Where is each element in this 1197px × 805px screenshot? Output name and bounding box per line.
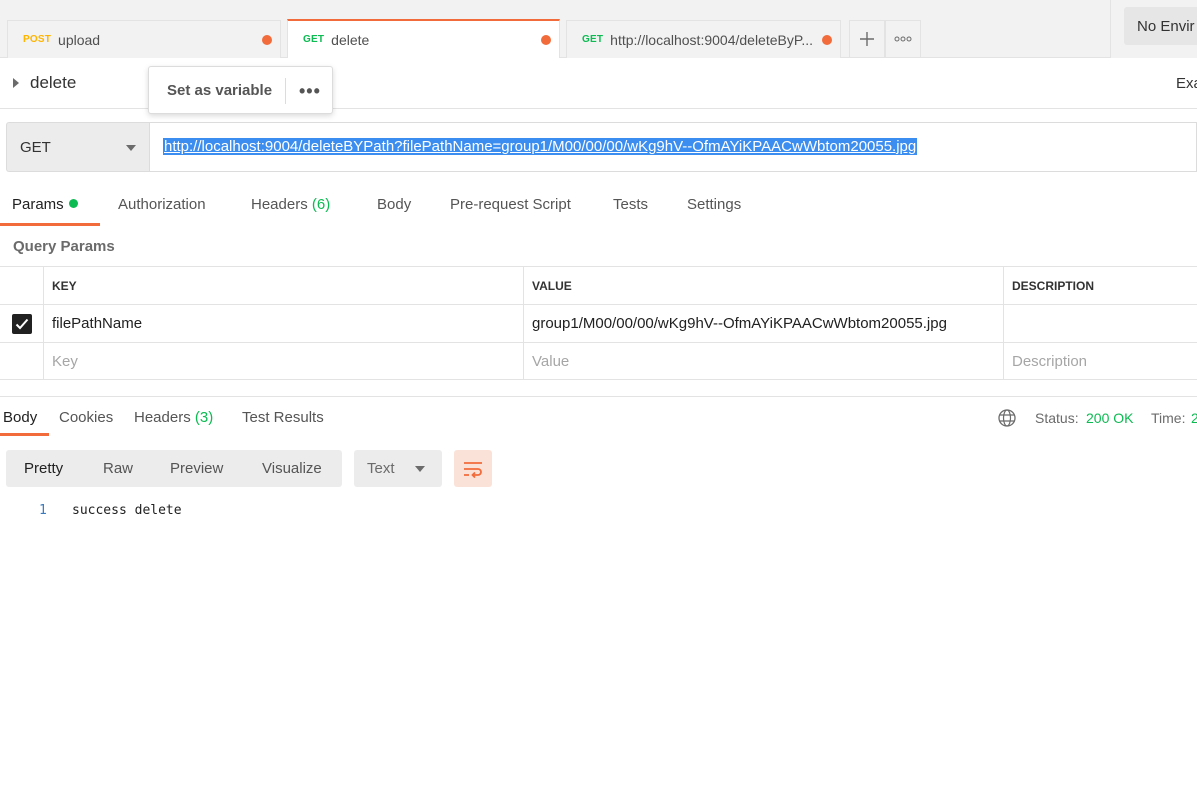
chevron-down-icon <box>126 145 136 151</box>
tab-label: Params <box>12 196 64 213</box>
caret-right-icon[interactable] <box>13 78 19 88</box>
response-divider <box>0 396 1197 397</box>
tab-tests[interactable]: Tests <box>613 196 648 213</box>
more-options-icon[interactable]: ••• <box>299 81 321 102</box>
method-select[interactable]: GET <box>6 122 150 172</box>
tab-label: Headers <box>134 409 191 426</box>
tab-name: http://localhost:9004/deleteByP... <box>610 31 814 48</box>
tab-pre-request-script[interactable]: Pre-request Script <box>450 196 571 213</box>
response-tab-test-results[interactable]: Test Results <box>242 409 324 426</box>
tab-body[interactable]: Body <box>377 196 411 213</box>
unsaved-dot-icon <box>822 35 832 45</box>
response-tab-body[interactable]: Body <box>3 409 37 426</box>
response-code-line: 1 success delete <box>0 503 400 521</box>
environment-select[interactable]: No Envir <box>1124 7 1197 45</box>
request-tabs: Params Authorization Headers (6) Body Pr… <box>0 186 1197 226</box>
tab-name: delete <box>331 31 370 48</box>
param-description[interactable] <box>1004 305 1197 342</box>
status-value[interactable]: 200 OK <box>1086 410 1133 426</box>
response-headers-count: (3) <box>194 409 214 426</box>
table-row: filePathName group1/M00/00/00/wKg9hV--Of… <box>0 304 1197 342</box>
status-label: Status: <box>1035 410 1079 426</box>
unsaved-dot-icon <box>541 35 551 45</box>
view-mode-group: Pretty Raw Preview Visualize <box>6 450 342 487</box>
view-pretty-button[interactable]: Pretty <box>24 460 63 477</box>
popover-divider <box>285 78 286 104</box>
query-params-title: Query Params <box>13 238 115 255</box>
selection-popover: Set as variable ••• <box>148 66 333 114</box>
view-raw-button[interactable]: Raw <box>103 460 133 477</box>
format-label: Text <box>367 460 395 477</box>
tab-options-button[interactable] <box>885 20 921 58</box>
tab-label: Headers <box>251 196 308 213</box>
time-value[interactable]: 2 <box>1191 410 1197 426</box>
new-tab-button[interactable] <box>849 20 885 58</box>
response-tab-underline <box>0 433 49 436</box>
wrap-lines-button[interactable] <box>454 450 492 487</box>
description-input[interactable]: Description <box>1004 343 1197 379</box>
set-as-variable-button[interactable]: Set as variable <box>167 82 272 99</box>
checkmark-icon <box>15 318 28 329</box>
method-label: GET <box>20 139 51 156</box>
examples-link[interactable]: Exa <box>1176 75 1197 92</box>
request-name[interactable]: delete <box>30 73 76 93</box>
globe-icon[interactable] <box>997 408 1017 428</box>
tab-upload[interactable]: POST upload <box>7 20 281 58</box>
tab-method: GET <box>582 34 604 45</box>
unsaved-dot-icon <box>262 35 272 45</box>
headers-count: (6) <box>311 196 331 213</box>
header-description: DESCRIPTION <box>1012 278 1095 293</box>
tab-delete-by-path[interactable]: GET http://localhost:9004/deleteByP... <box>566 20 841 58</box>
header-key: KEY <box>44 267 524 304</box>
tab-name: upload <box>58 31 101 48</box>
table-row-empty: Key Value Description <box>0 342 1197 380</box>
tab-method: GET <box>303 34 325 45</box>
tab-headers[interactable]: Headers (6) <box>251 196 330 213</box>
row-check-cell <box>0 343 44 379</box>
tab-settings[interactable]: Settings <box>687 196 741 213</box>
param-checkbox[interactable] <box>11 313 32 334</box>
table-header: KEY VALUE DESCRIPTION <box>0 266 1197 304</box>
value-input[interactable]: Value <box>524 343 1004 379</box>
response-body-text[interactable]: success delete <box>72 503 182 518</box>
format-select[interactable]: Text <box>354 450 442 487</box>
chevron-down-icon <box>415 466 425 472</box>
more-horizontal-icon <box>894 36 912 42</box>
header-value: VALUE <box>524 267 1004 304</box>
header-check-cell <box>0 267 44 304</box>
plus-icon <box>860 32 874 46</box>
time-label: Time: <box>1151 410 1186 426</box>
active-tab-underline <box>0 223 100 226</box>
params-active-dot-icon <box>68 199 78 208</box>
param-value[interactable]: group1/M00/00/00/wKg9hV--OfmAYiKPAACwWbt… <box>524 305 1004 342</box>
response-tab-headers[interactable]: Headers (3) <box>134 409 213 426</box>
view-visualize-button[interactable]: Visualize <box>262 460 322 477</box>
tab-bar: POST upload GET delete GET http://localh… <box>0 0 1197 58</box>
response-tab-cookies[interactable]: Cookies <box>59 409 113 426</box>
query-params-table: KEY VALUE DESCRIPTION filePathName group… <box>0 266 1197 380</box>
url-text[interactable]: http://localhost:9004/deleteBYPath?fileP… <box>163 138 918 155</box>
tab-delete[interactable]: GET delete <box>287 19 560 58</box>
tab-method: POST <box>23 34 52 45</box>
line-number: 1 <box>39 503 47 518</box>
url-input[interactable]: http://localhost:9004/deleteBYPath?fileP… <box>150 122 1197 172</box>
tab-params[interactable]: Params <box>12 196 78 213</box>
row-check-cell <box>0 305 44 342</box>
tab-authorization[interactable]: Authorization <box>118 196 206 213</box>
param-key[interactable]: filePathName <box>44 305 524 342</box>
environment-area: No Envir <box>1110 0 1197 58</box>
key-input[interactable]: Key <box>44 343 524 379</box>
wrap-lines-icon <box>464 461 482 478</box>
view-preview-button[interactable]: Preview <box>170 460 223 477</box>
